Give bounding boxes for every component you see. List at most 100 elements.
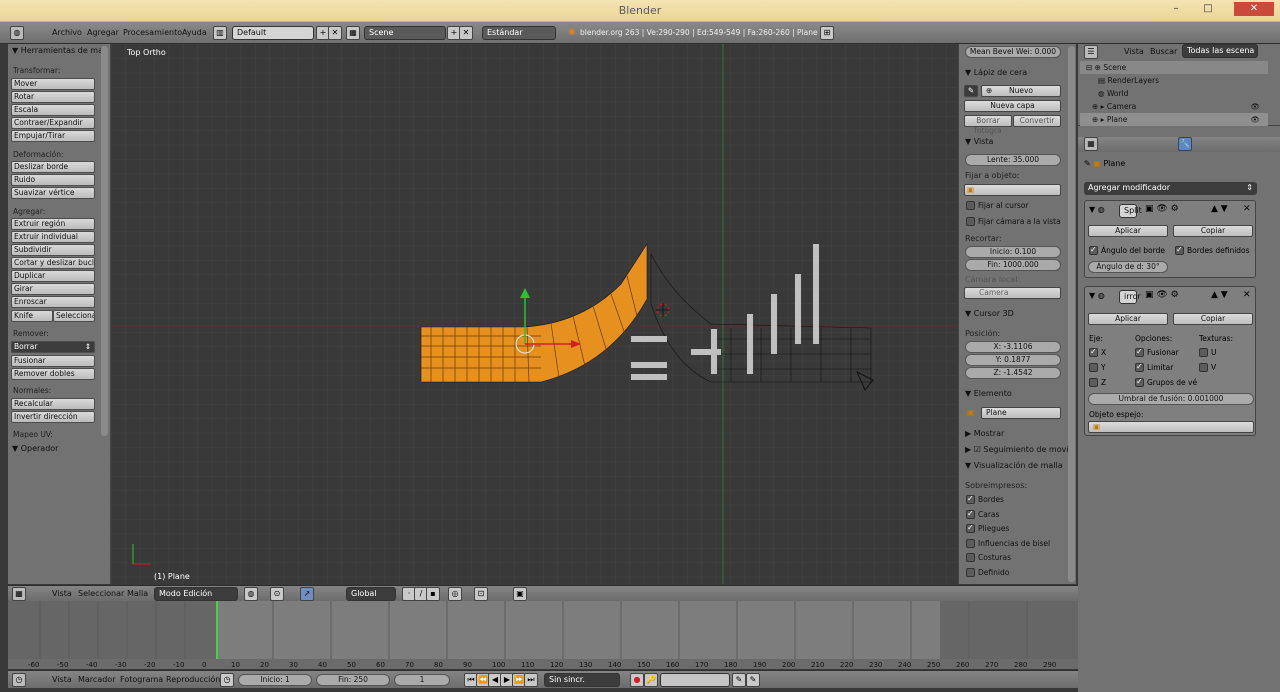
merge-button[interactable]: Fusionar [11, 355, 95, 367]
operator-panel[interactable]: ▼ Operador [12, 444, 58, 453]
lock-object-field[interactable]: ▣ [964, 184, 1061, 196]
axis-y-checkbox[interactable] [1089, 363, 1098, 372]
screenshot-icon[interactable]: ⊞ [820, 26, 834, 40]
modifiers-tab-icon[interactable]: 🔧 [1178, 137, 1192, 151]
push-pull-button[interactable]: Empujar/Tirar [11, 130, 95, 142]
new-layer-button[interactable]: Nueva capa [964, 100, 1061, 112]
scene-icon[interactable]: ▦ [346, 26, 360, 40]
item-header[interactable]: ▼ Elemento [965, 389, 1012, 398]
record-icon[interactable]: ● [630, 673, 644, 687]
overlay-checkbox[interactable] [966, 538, 975, 548]
edge-slide-button[interactable]: Deslizar borde [11, 161, 95, 173]
extrude-region-button[interactable]: Extruir región [11, 218, 95, 230]
view-header[interactable]: ▼ Vista [965, 137, 993, 146]
add-modifier-select[interactable]: Agregar modificador ⇕ [1084, 182, 1257, 195]
manipulator-icon[interactable]: ↗ [300, 587, 314, 601]
vertex-groups-checkbox[interactable] [1135, 377, 1144, 387]
merge-limit-field[interactable]: Umbral de fusión: 0.001000 [1088, 393, 1254, 405]
local-camera-field[interactable]: Camera [964, 287, 1061, 299]
preview-range-icon[interactable]: ◷ [220, 673, 234, 687]
timeline-editor-icon[interactable]: ◷ [12, 673, 26, 687]
flip-direction-button[interactable]: Invertir dirección [11, 411, 95, 423]
collapse-icon[interactable]: ▼ ◍ [1089, 205, 1105, 214]
collapse-icon[interactable]: ▼ ◍ [1089, 291, 1105, 300]
start-frame-field[interactable]: Inicio: 1 [238, 674, 312, 686]
properties-editor-icon[interactable]: ▦ [1084, 137, 1098, 151]
clip-end-field[interactable]: Fin: 1000.000 [965, 259, 1061, 271]
loop-cut-button[interactable]: Cortar y deslizar bucle [11, 257, 95, 269]
delete-key-icon[interactable]: ✎ [746, 673, 760, 687]
menu-help[interactable]: Ayuda [182, 28, 207, 37]
3d-viewport[interactable]: Top Ortho (1) Plane [111, 44, 957, 584]
knife-select-button[interactable]: Seleccionar [53, 310, 95, 322]
menu-view[interactable]: Vista [52, 589, 72, 598]
modifier-mirror-name[interactable]: irror [1119, 290, 1141, 304]
layout-icon[interactable]: ▥ [213, 26, 227, 40]
cursor-y-field[interactable]: Y: 0.1877 [965, 354, 1061, 366]
timeline[interactable]: -60 -40 -20 0 20 40 60 80 100 120 140 160 180 200 220 2… [8, 601, 1078, 669]
overlay-checkbox[interactable] [966, 523, 975, 534]
apply-button[interactable]: Aplicar [1088, 225, 1168, 237]
lock-camera-checkbox[interactable] [966, 217, 975, 226]
overlay-checkbox[interactable] [966, 509, 975, 519]
outliner-row-plane[interactable]: ⊕ ▸ Plane 👁 [1080, 113, 1268, 126]
keying-set-field[interactable] [660, 673, 730, 687]
grease-pencil-header[interactable]: ▼ Lápiz de cera [965, 68, 1027, 77]
outliner-row-renderlayers[interactable]: ▤ RenderLayers [1080, 74, 1268, 87]
modifier-visibility-icons[interactable]: ▣ 👁 ⚙ [1145, 290, 1179, 300]
split-angle-field[interactable]: Ángulo de d: 30° [1088, 261, 1168, 273]
mirror-object-field[interactable]: ▣ [1088, 421, 1254, 433]
axis-x-checkbox[interactable] [1089, 347, 1098, 357]
sync-select[interactable]: Sin sincr. [544, 673, 620, 687]
subdivide-button[interactable]: Subdividir [11, 244, 95, 256]
remove-doubles-button[interactable]: Remover dobles [11, 368, 95, 380]
scene-remove-icon[interactable]: ✕ [459, 26, 473, 40]
move-button[interactable]: Mover [11, 78, 95, 90]
render-engine-select[interactable]: Estándar [482, 26, 556, 40]
close-button[interactable]: ✕ [1234, 2, 1274, 16]
motion-tracking-header[interactable]: ▶ ☑ Seguimiento de movi [965, 445, 1069, 454]
current-frame-field[interactable]: 1 [394, 674, 450, 686]
clipping-checkbox[interactable] [1135, 362, 1144, 372]
outliner-editor-icon[interactable]: ☰ [1084, 45, 1098, 59]
extrude-individual-button[interactable]: Extruir individual [11, 231, 95, 243]
copy-button[interactable]: Copiar [1173, 313, 1253, 325]
mode-select[interactable]: Modo Edición [154, 587, 238, 601]
toolshelf-scrollbar[interactable] [101, 46, 108, 436]
end-frame-field[interactable]: Fin: 250 [316, 674, 390, 686]
move-up-down-icons[interactable]: ▲ ▼ [1211, 290, 1228, 300]
noise-button[interactable]: Ruido [11, 174, 95, 186]
lock-cursor-checkbox[interactable] [966, 201, 975, 210]
3d-editor-type-icon[interactable]: ▦ [12, 587, 26, 601]
shading-icon[interactable]: ◍ [244, 587, 258, 601]
properties-scrollbar[interactable] [1068, 46, 1075, 582]
cursor3d-header[interactable]: ▼ Cursor 3D [965, 309, 1014, 318]
scene-field[interactable]: Scene [364, 26, 446, 40]
visibility-eye-icon[interactable]: 👁 [1250, 113, 1260, 126]
pivot-icon[interactable]: ⊙ [270, 587, 284, 601]
menu-mesh[interactable]: Malla [127, 589, 148, 598]
pencil-icon[interactable]: ✎ [964, 85, 978, 97]
lens-field[interactable]: Lente: 35.000 [965, 154, 1061, 166]
insert-key-icon[interactable]: ✎ [732, 673, 746, 687]
merge-checkbox[interactable] [1135, 347, 1144, 357]
outliner-filter-select[interactable]: Todas las escena [1182, 44, 1258, 58]
visibility-eye-icon[interactable]: 👁 [1250, 100, 1260, 113]
menu-select[interactable]: Seleccionar [78, 589, 124, 598]
orientation-select[interactable]: Global [346, 587, 396, 601]
copy-button[interactable]: Copiar [1173, 225, 1253, 237]
convert-button[interactable]: Convertir [1013, 115, 1061, 127]
menu-render[interactable]: Procesamiento [123, 28, 182, 37]
display-header[interactable]: ▶ Mostrar [965, 429, 1004, 438]
smooth-vertex-button[interactable]: Suavizar vértice [11, 187, 95, 199]
outliner-row-camera[interactable]: ⊕ ▸ Camera 👁 [1080, 100, 1268, 113]
menu-playback[interactable]: Reproducción [166, 675, 220, 684]
grease-new-button[interactable]: ⊕ Nuevo [981, 85, 1061, 97]
rotate-button[interactable]: Rotar [11, 91, 95, 103]
delete-menu[interactable]: Borrar ⇕ [11, 341, 95, 353]
overlay-checkbox[interactable] [966, 553, 975, 563]
jump-end-icon[interactable]: ⏭ [524, 673, 538, 687]
remove-modifier-icon[interactable]: ✕ [1243, 204, 1251, 214]
menu-marker[interactable]: Marcador [78, 675, 115, 684]
remove-modifier-icon[interactable]: ✕ [1243, 290, 1251, 300]
